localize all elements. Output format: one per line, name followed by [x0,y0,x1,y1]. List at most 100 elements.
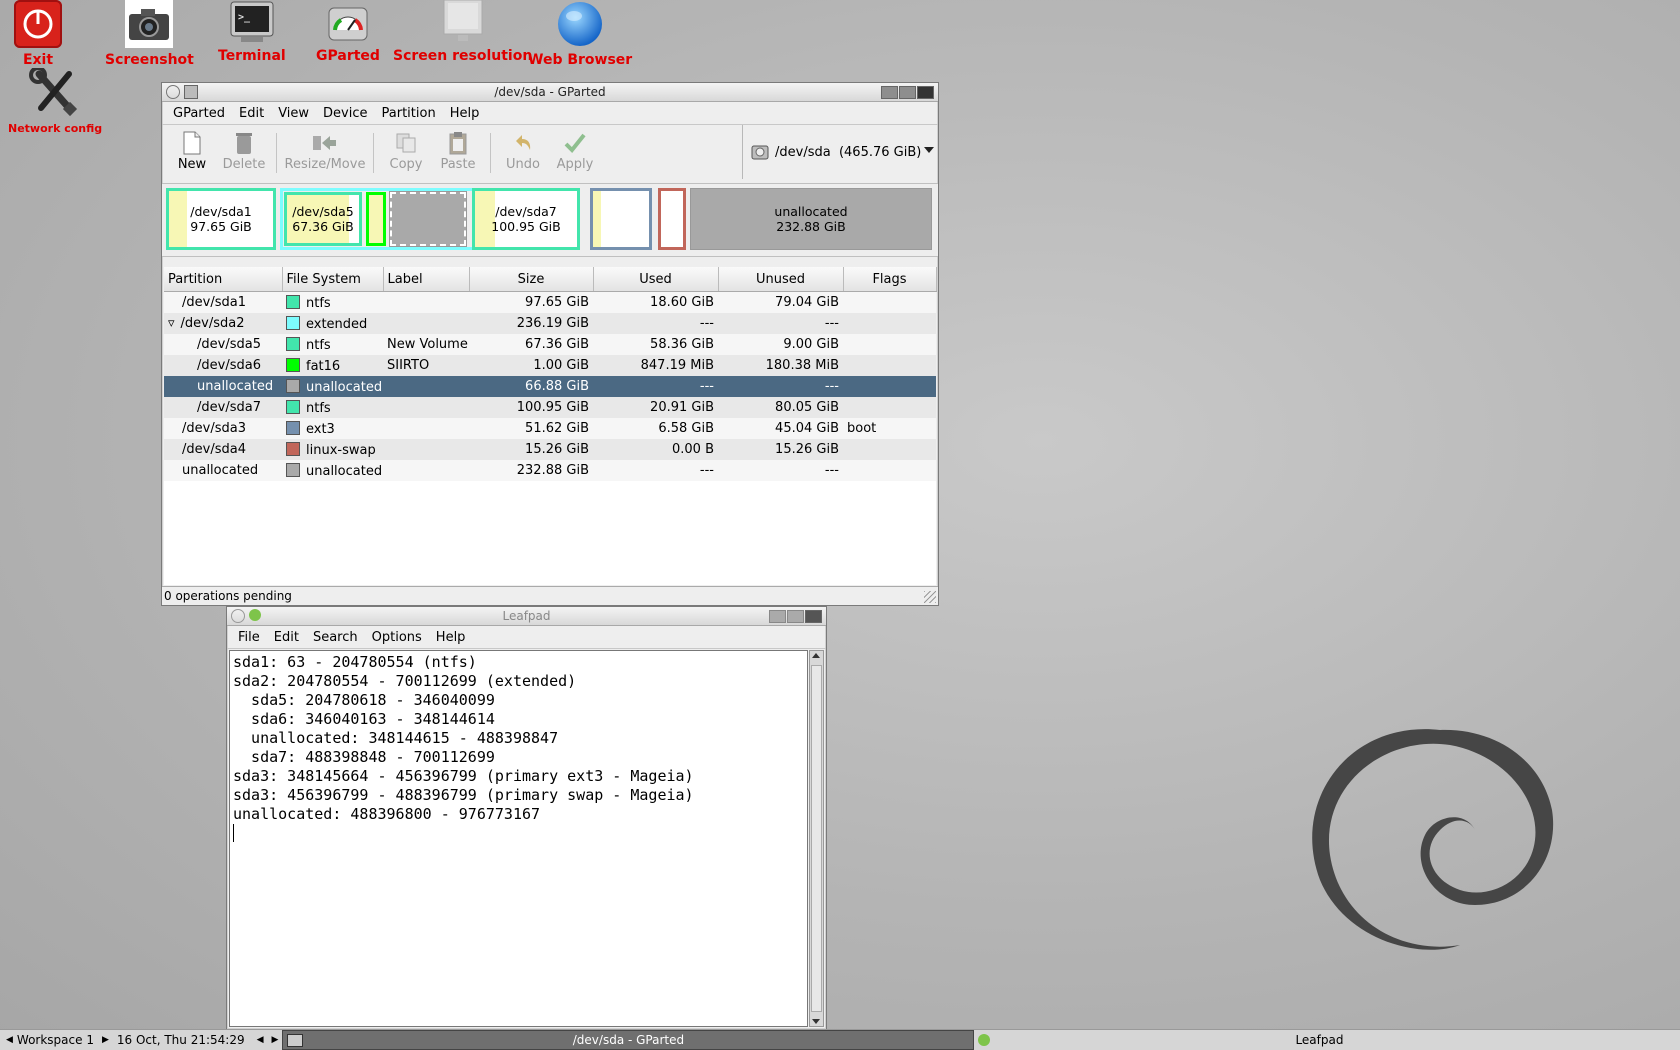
text-editor-area[interactable]: sda1: 63 - 204780554 (ntfs) sda2: 2047805… [229,650,808,1027]
col-filesystem[interactable]: File System [282,267,384,292]
delete-button[interactable]: Delete [218,129,270,172]
col-flags[interactable]: Flags [843,267,937,292]
desktop-icon-network-config[interactable]: Network config [8,66,102,135]
apply-button[interactable]: Apply [549,129,601,172]
scroll-up-icon[interactable] [812,653,820,658]
menu-device[interactable]: Device [318,104,372,123]
vertical-scrollbar[interactable] [809,650,824,1027]
col-size[interactable]: Size [469,267,594,292]
gparted-window: /dev/sda - GParted GParted Edit View Dev… [161,82,939,606]
window-menu-icon[interactable] [166,85,180,99]
scroll-down-icon[interactable] [812,1019,820,1024]
task-next-icon[interactable]: ▶ [272,1035,279,1045]
menu-search[interactable]: Search [308,628,363,647]
task-prev-icon[interactable]: ◀ [257,1035,264,1045]
table-row[interactable]: unallocated unallocated 232.88 GiB --- --- [164,460,936,481]
maximize-icon[interactable] [787,610,804,623]
task-leafpad[interactable]: Leafpad [974,1031,1664,1049]
undo-arrow-icon [512,129,534,157]
col-partition[interactable]: Partition [164,267,283,292]
table-row[interactable]: /dev/sda3 ext3 51.62 GiB 6.58 GiB 45.04 GiB b… [164,418,936,439]
filesystem-color-swatch [286,294,300,309]
cell-size: 1.00 GiB [469,355,593,376]
workspace-label[interactable]: Workspace 1 [17,1033,94,1047]
cell-flags [843,376,936,397]
diskmap-sda6[interactable] [366,192,386,246]
cell-unused: 9.00 GiB [718,334,843,355]
resize-move-button[interactable]: Resize/Move [283,129,367,172]
menu-edit[interactable]: Edit [269,628,304,647]
diskmap-unallocated[interactable]: unallocated 232.88 GiB [690,188,932,250]
menu-help[interactable]: Help [431,628,471,647]
disk-gauge-icon [325,0,371,44]
cell-label [383,418,469,439]
desktop-icon-web-browser[interactable]: Web Browser [528,0,632,68]
col-label[interactable]: Label [383,267,470,292]
menu-partition[interactable]: Partition [377,104,441,123]
device-selector[interactable]: /dev/sda (465.76 GiB) [742,125,938,179]
expander-chevron-icon[interactable]: ▿ [168,316,175,331]
col-used[interactable]: Used [593,267,719,292]
window-menu-icon[interactable] [231,609,245,623]
menu-file[interactable]: File [233,628,265,647]
table-row[interactable]: /dev/sda5 ntfs New Volume 67.36 GiB 58.36 Gi… [164,334,936,355]
desktop-icon-exit[interactable]: Exit [14,0,62,68]
table-row[interactable]: /dev/sda7 ntfs 100.95 GiB 20.91 GiB 80.05 Gi… [164,397,936,418]
cell-unused: 80.05 GiB [718,397,843,418]
partition-table: Partition File System Label Size Used Un… [164,267,937,481]
task-gparted[interactable]: /dev/sda - GParted [282,1030,975,1050]
diskmap-sda7[interactable]: /dev/sda7 100.95 GiB [472,188,580,250]
workspace-prev-icon[interactable]: ◀ [6,1035,13,1045]
desktop-icon-label: Web Browser [528,52,633,68]
cell-partition: /dev/sda4 [164,439,282,460]
cell-size: 236.19 GiB [469,313,593,334]
menu-options[interactable]: Options [367,628,427,647]
leafpad-titlebar[interactable]: Leafpad [227,607,826,626]
copy-button[interactable]: Copy [380,129,432,172]
desktop-icon-gparted[interactable]: GParted [316,0,380,64]
workspace-next-icon[interactable]: ▶ [102,1035,109,1045]
desktop-icon-screen-resolution[interactable]: Screen resolution [393,0,532,64]
gparted-titlebar[interactable]: /dev/sda - GParted [162,83,938,102]
leafpad-app-icon [249,609,261,621]
table-row[interactable]: /dev/sda4 linux-swap 15.26 GiB 0.00 B 15.26 … [164,439,936,460]
chevron-down-icon[interactable] [924,147,934,153]
window-title: Leafpad [502,609,551,623]
operations-pending: 0 operations pending [164,589,292,603]
desktop-icon-label: Screenshot [105,52,194,68]
desktop-icon-screenshot[interactable]: Screenshot [105,0,194,68]
menu-edit[interactable]: Edit [234,104,269,123]
close-icon[interactable] [917,86,934,99]
close-icon[interactable] [805,610,822,623]
cell-filesystem: ext3 [282,418,383,439]
minimize-icon[interactable] [769,610,786,623]
scrollbar-thumb[interactable] [811,665,822,1012]
menu-gparted[interactable]: GParted [168,104,230,123]
diskmap-sda3[interactable] [590,188,652,250]
diskmap-sda4[interactable] [658,188,686,250]
diskmap-sda1[interactable]: /dev/sda1 97.65 GiB [166,188,276,250]
desktop-icon-terminal[interactable]: >_ Terminal [218,0,286,64]
diskmap-sda5[interactable]: /dev/sda5 67.36 GiB [284,192,362,246]
diskmap-unallocated-inner[interactable] [389,191,467,247]
filesystem-color-swatch [286,399,300,414]
col-unused[interactable]: Unused [718,267,844,292]
maximize-icon[interactable] [899,86,916,99]
table-row[interactable]: /dev/sda1 ntfs 97.65 GiB 18.60 GiB 79.04 GiB [164,291,936,313]
minimize-icon[interactable] [881,86,898,99]
table-row[interactable]: ▿/dev/sda2 extended 236.19 GiB --- --- [164,313,936,334]
undo-button[interactable]: Undo [497,129,549,172]
filesystem-color-swatch [286,378,300,393]
paste-button[interactable]: Paste [432,129,484,172]
resize-grip-icon[interactable] [924,591,936,603]
menu-view[interactable]: View [273,104,314,123]
gparted-menubar: GParted Edit View Device Partition Help [162,102,938,125]
menu-help[interactable]: Help [445,104,485,123]
cell-unused: --- [718,313,843,334]
cell-flags [843,460,936,481]
table-row[interactable]: unallocated unallocated 66.88 GiB --- --- [164,376,936,397]
table-row[interactable]: /dev/sda6 fat16 SIIRTO 1.00 GiB 847.19 MiB 18… [164,355,936,376]
new-button[interactable]: New [166,129,218,172]
camera-icon [125,0,174,48]
gparted-app-icon [184,85,198,99]
